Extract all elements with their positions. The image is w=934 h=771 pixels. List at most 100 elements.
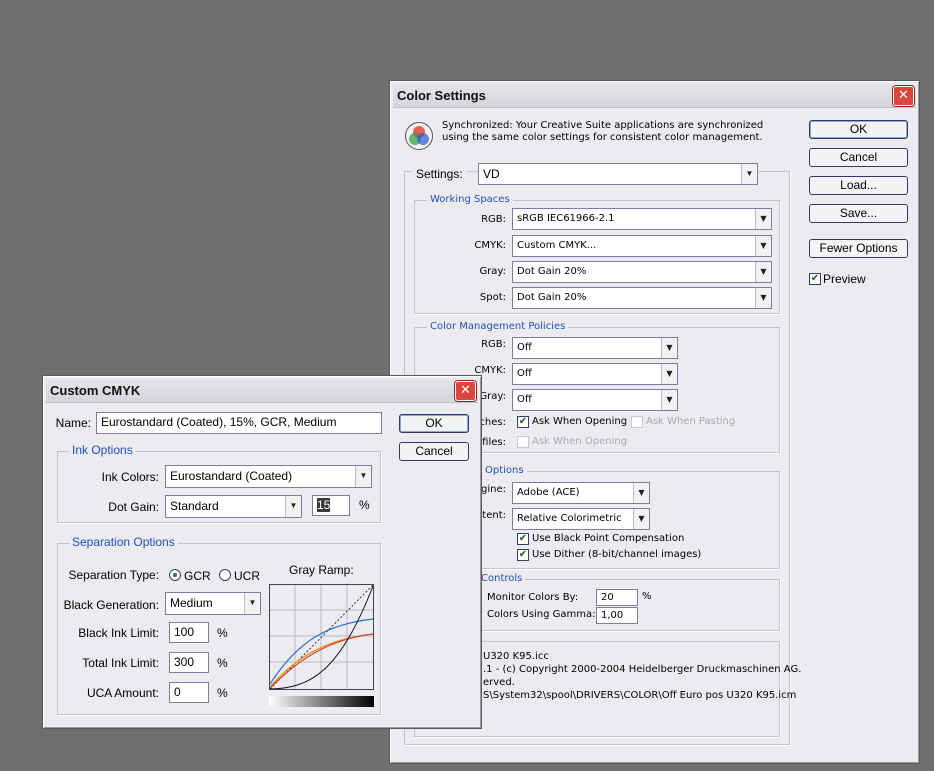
sync-message-line1: Synchronized: Your Creative Suite applic…: [442, 120, 764, 131]
name-label: Name:: [55, 416, 91, 430]
ws-spot-label: Spot:: [479, 292, 506, 303]
engine-select[interactable]: Adobe (ACE) ▼: [512, 482, 650, 504]
close-button[interactable]: ✕: [893, 86, 914, 106]
chevron-down-icon[interactable]: ▼: [755, 288, 771, 308]
ws-gray-value: Dot Gain 20%: [517, 266, 587, 277]
ws-rgb-value: sRGB IEC61966-2.1: [517, 213, 615, 224]
cmyk-cancel-button[interactable]: Cancel: [399, 442, 469, 461]
chevron-down-icon[interactable]: ▼: [633, 483, 649, 503]
name-input[interactable]: Eurostandard (Coated), 15%, GCR, Medium: [96, 412, 382, 434]
missing-ask-opening-checkbox[interactable]: [517, 436, 529, 448]
chevron-down-icon[interactable]: ▼: [661, 390, 677, 410]
intent-select[interactable]: Relative Colorimetric ▼: [512, 508, 650, 530]
ws-spot-select[interactable]: Dot Gain 20% ▼: [512, 287, 772, 309]
close-icon: ✕: [460, 383, 471, 398]
dot-gain-percent-value: 15: [317, 498, 331, 512]
black-point-checkbox[interactable]: ✔: [517, 533, 529, 545]
uca-amount-input[interactable]: 0: [169, 682, 209, 703]
ws-spot-value: Dot Gain 20%: [517, 292, 587, 303]
pol-gray-select[interactable]: Off ▼: [512, 389, 678, 411]
pol-gray-value: Off: [517, 394, 532, 405]
chevron-down-icon[interactable]: ▼: [755, 236, 771, 256]
gray-ramp-gradient: [269, 696, 374, 707]
ws-cmyk-value: Custom CMYK...: [517, 240, 597, 251]
color-settings-titlebar[interactable]: Color Settings ✕: [393, 84, 916, 108]
gray-ramp-label: Gray Ramp:: [289, 563, 354, 577]
total-ink-limit-input[interactable]: 300: [169, 652, 209, 673]
gamma-label: Colors Using Gamma:: [487, 609, 596, 620]
chevron-down-icon[interactable]: ▼: [661, 338, 677, 358]
gcr-label: GCR: [184, 569, 211, 583]
chevron-down-icon[interactable]: ▼: [661, 364, 677, 384]
dot-gain-percent-unit: %: [359, 498, 370, 512]
dot-gain-value: Standard: [170, 499, 219, 513]
ink-colors-select[interactable]: Eurostandard (Coated) ▼: [165, 465, 372, 488]
chevron-down-icon[interactable]: ▼: [755, 209, 771, 229]
mismatch-ask-opening-label: Ask When Opening: [532, 416, 628, 427]
save-button[interactable]: Save...: [809, 204, 908, 223]
black-generation-select[interactable]: Medium ▼: [165, 592, 261, 615]
advanced-title: Controls: [478, 573, 526, 584]
window-title: Color Settings: [397, 88, 486, 103]
mismatch-ask-pasting-label: Ask When Pasting: [646, 416, 736, 427]
preview-label: Preview: [823, 272, 866, 286]
monitor-colors-input[interactable]: 20: [596, 589, 638, 606]
chevron-down-icon[interactable]: ▼: [285, 496, 301, 517]
ws-cmyk-select[interactable]: Custom CMYK... ▼: [512, 235, 772, 257]
chevron-down-icon[interactable]: ▼: [633, 509, 649, 529]
description-line1: U320 K95.icc: [483, 651, 549, 662]
close-button[interactable]: ✕: [455, 381, 476, 401]
mismatch-ask-opening-checkbox[interactable]: ✔: [517, 416, 529, 428]
gcr-radio[interactable]: [169, 569, 181, 581]
ucr-radio[interactable]: [219, 569, 231, 581]
ink-options-title: Ink Options: [69, 443, 136, 457]
gray-ramp-graph: [269, 584, 374, 690]
ucr-label: UCR: [234, 569, 260, 583]
intent-value: Relative Colorimetric: [517, 513, 622, 524]
cancel-button[interactable]: Cancel: [809, 148, 908, 167]
mismatch-ask-pasting-checkbox[interactable]: [631, 416, 643, 428]
black-ink-limit-input[interactable]: 100: [169, 622, 209, 643]
dither-label: Use Dither (8-bit/channel images): [532, 549, 702, 560]
pol-rgb-label: RGB:: [481, 339, 506, 350]
pol-cmyk-value: Off: [517, 368, 532, 379]
pol-cmyk-select[interactable]: Off ▼: [512, 363, 678, 385]
ws-rgb-select[interactable]: sRGB IEC61966-2.1 ▼: [512, 208, 772, 230]
engine-value: Adobe (ACE): [517, 487, 580, 498]
pol-rgb-value: Off: [517, 342, 532, 353]
description-line3: erved.: [483, 677, 515, 688]
ws-gray-select[interactable]: Dot Gain 20% ▼: [512, 261, 772, 283]
close-icon: ✕: [898, 88, 909, 103]
missing-ask-opening-label: Ask When Opening: [532, 436, 628, 447]
ink-colors-label: Ink Colors:: [101, 470, 159, 484]
settings-label: Settings:: [412, 167, 467, 181]
color-sync-icon: [405, 122, 433, 150]
gamma-input[interactable]: 1,00: [596, 607, 638, 624]
custom-cmyk-titlebar[interactable]: Custom CMYK ✕: [46, 379, 478, 403]
ink-colors-value: Eurostandard (Coated): [170, 469, 293, 483]
black-generation-label: Black Generation:: [63, 598, 159, 612]
dot-gain-percent-input[interactable]: 15: [312, 495, 350, 516]
black-point-label: Use Black Point Compensation: [532, 533, 685, 544]
chevron-down-icon[interactable]: ▼: [244, 593, 260, 614]
total-ink-limit-label: Total Ink Limit:: [82, 656, 159, 670]
description-line2: .1 - (c) Copyright 2000-2004 Heidelberge…: [483, 664, 802, 675]
custom-cmyk-window: Custom CMYK ✕ Name: Eurostandard (Coated…: [42, 375, 482, 729]
dot-gain-label: Dot Gain:: [108, 500, 159, 514]
settings-select[interactable]: VD ▼: [478, 163, 758, 185]
dot-gain-select[interactable]: Standard ▼: [165, 495, 302, 518]
working-spaces-title: Working Spaces: [427, 194, 513, 205]
chevron-down-icon[interactable]: ▼: [755, 262, 771, 282]
ok-button[interactable]: OK: [809, 120, 908, 139]
pol-rgb-select[interactable]: Off ▼: [512, 337, 678, 359]
chevron-down-icon[interactable]: ▼: [741, 164, 757, 184]
fewer-options-button[interactable]: Fewer Options: [809, 239, 908, 258]
preview-checkbox[interactable]: ✔: [809, 273, 821, 285]
settings-value: VD: [483, 167, 500, 181]
black-generation-value: Medium: [170, 596, 213, 610]
chevron-down-icon[interactable]: ▼: [355, 466, 371, 487]
load-button[interactable]: Load...: [809, 176, 908, 195]
dither-checkbox[interactable]: ✔: [517, 549, 529, 561]
ws-cmyk-label: CMYK:: [474, 240, 506, 251]
cmyk-ok-button[interactable]: OK: [399, 414, 469, 433]
